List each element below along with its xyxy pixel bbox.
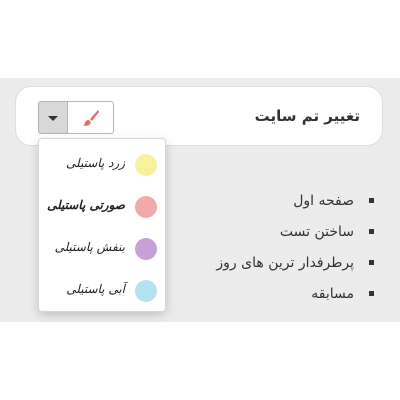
bullet-icon — [369, 198, 374, 203]
theme-option-pink[interactable]: صورتی پاستیلی — [39, 191, 165, 225]
paintbrush-icon — [83, 110, 99, 126]
theme-paintbrush-button[interactable] — [67, 101, 114, 134]
theme-dropdown-menu: زرد پاستیلی صورتی پاستیلی بنفش پاستیلی آ… — [38, 138, 166, 312]
color-swatch — [135, 238, 157, 260]
bullet-icon — [369, 229, 374, 234]
sidebar-menu: صفحه اول ساختن تست پرطرفدار ترین های روز… — [168, 190, 378, 314]
menu-item-create-test[interactable]: ساختن تست — [168, 221, 378, 252]
theme-option-yellow[interactable]: زرد پاستیلی — [39, 149, 165, 183]
color-swatch — [135, 196, 157, 218]
bullet-icon — [369, 260, 374, 265]
theme-dropdown-toggle[interactable] — [38, 101, 68, 134]
color-swatch — [135, 154, 157, 176]
color-swatch — [135, 280, 157, 302]
theme-option-blue[interactable]: آبی پاستیلی — [39, 275, 165, 309]
menu-item-contest[interactable]: مسابقه — [168, 283, 378, 314]
theme-switcher-panel: تغییر تم سایت — [15, 86, 383, 146]
caret-down-icon — [48, 116, 58, 121]
menu-item-trending[interactable]: پرطرفدار ترین های روز — [168, 252, 378, 283]
theme-panel-title: تغییر تم سایت — [254, 107, 360, 125]
bullet-icon — [369, 291, 374, 296]
theme-option-purple[interactable]: بنفش پاستیلی — [39, 233, 165, 267]
menu-item-home[interactable]: صفحه اول — [168, 190, 378, 221]
